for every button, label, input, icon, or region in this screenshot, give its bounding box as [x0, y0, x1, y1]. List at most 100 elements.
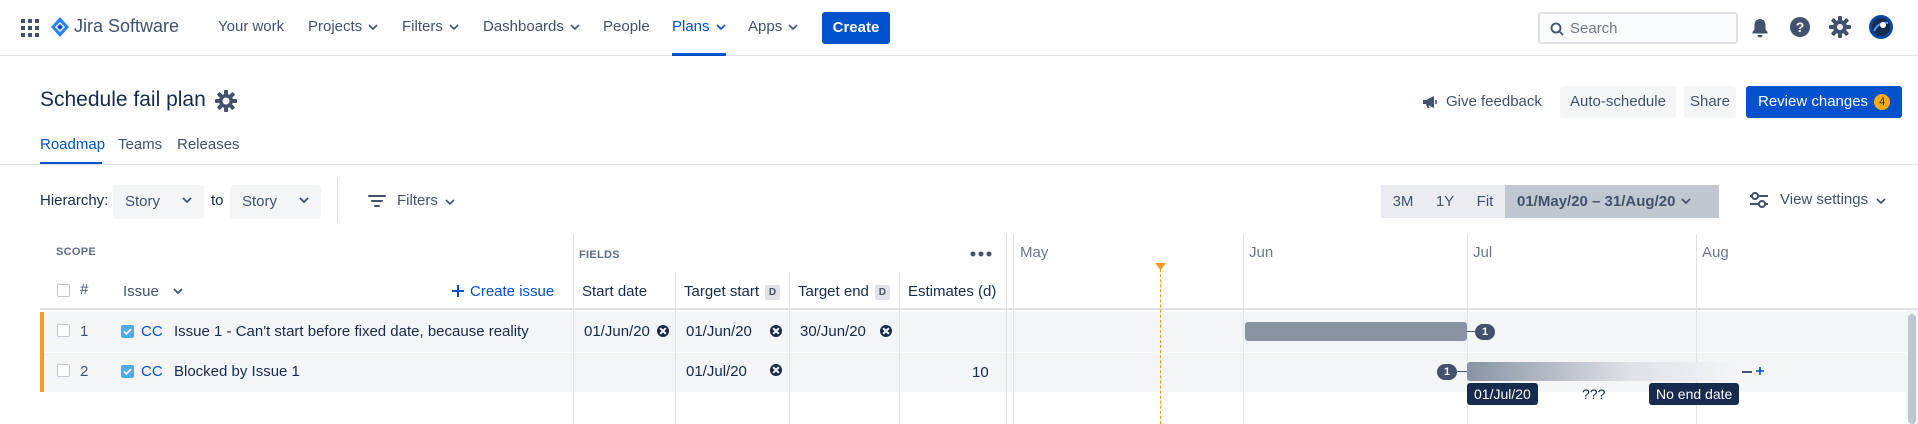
- help-icon[interactable]: ?: [1789, 16, 1811, 38]
- settings-gear-icon[interactable]: [1829, 16, 1851, 38]
- tab-teams[interactable]: Teams: [118, 136, 162, 153]
- dependency-badge[interactable]: 1: [1437, 364, 1457, 380]
- col-divider-2: [789, 312, 790, 424]
- select-all-checkbox[interactable]: [57, 284, 70, 297]
- toolbar-divider: [337, 178, 338, 222]
- hierarchy-from-value: Story: [125, 193, 161, 210]
- dependency-badge[interactable]: 1: [1475, 324, 1495, 340]
- search-input[interactable]: Search: [1538, 12, 1738, 44]
- hierarchy-to-label: to: [211, 192, 224, 209]
- app-switcher-icon[interactable]: [21, 19, 39, 37]
- clear-target-end-icon[interactable]: [880, 325, 892, 337]
- issue-summary[interactable]: Blocked by Issue 1: [174, 363, 300, 380]
- issue-key-link[interactable]: CC: [141, 363, 163, 380]
- target-start-value[interactable]: 01/Jun/20: [686, 323, 752, 340]
- col-divider-1: [675, 312, 676, 424]
- tab-releases[interactable]: Releases: [177, 136, 240, 153]
- nav-projects-label: Projects: [308, 18, 363, 35]
- notifications-bell-icon[interactable]: [1750, 17, 1770, 39]
- chevron-down-icon: [788, 24, 798, 31]
- nav-people[interactable]: People: [603, 0, 650, 56]
- give-feedback-button[interactable]: Give feedback: [1418, 86, 1544, 118]
- review-changes-label: Review changes: [1758, 93, 1869, 110]
- create-issue-link[interactable]: Create issue: [452, 283, 554, 300]
- nav-filters[interactable]: Filters: [402, 0, 459, 56]
- range-3m-button[interactable]: 3M: [1381, 185, 1425, 218]
- story-type-icon: [121, 325, 134, 338]
- add-end-plus-icon[interactable]: [1755, 366, 1765, 376]
- target-end-value[interactable]: 30/Jun/20: [800, 323, 866, 340]
- target-start-value[interactable]: 01/Jul/20: [686, 363, 747, 380]
- header-divider: [40, 308, 1918, 310]
- nav-apps-label: Apps: [748, 18, 783, 35]
- product-name[interactable]: Jira Software: [74, 16, 179, 37]
- num-column-header: #: [80, 281, 89, 298]
- dependency-connector: [1457, 371, 1467, 372]
- nav-plans-label: Plans: [672, 18, 710, 35]
- scrollbar-thumb[interactable]: [1908, 314, 1916, 424]
- row-checkbox[interactable]: [57, 324, 70, 337]
- tab-roadmap[interactable]: Roadmap: [40, 136, 105, 153]
- clear-start-date-icon[interactable]: [657, 325, 669, 337]
- chevron-down-icon: [1681, 198, 1691, 205]
- jira-logo-icon[interactable]: [51, 17, 69, 37]
- start-date-header[interactable]: Start date: [582, 283, 647, 300]
- nav-filters-label: Filters: [402, 18, 443, 35]
- nav-dashboards[interactable]: Dashboards: [483, 0, 580, 56]
- row-divider: [40, 352, 1918, 353]
- scope-fields-divider: [573, 312, 574, 424]
- issue-column-header[interactable]: Issue: [123, 283, 183, 300]
- bar-end-handle[interactable]: [1742, 371, 1752, 373]
- auto-schedule-button[interactable]: Auto-schedule: [1560, 86, 1676, 118]
- vertical-scrollbar[interactable]: [1906, 310, 1918, 424]
- view-settings-button[interactable]: View settings: [1749, 190, 1889, 212]
- megaphone-icon: [1423, 96, 1437, 108]
- start-date-value[interactable]: 01/Jun/20: [584, 323, 650, 340]
- today-marker-icon: [1155, 263, 1166, 270]
- filters-button[interactable]: Filters: [368, 192, 468, 212]
- date-range-select[interactable]: 01/May/20 – 31/Aug/20: [1505, 185, 1719, 218]
- estimates-header[interactable]: Estimates (d): [908, 283, 996, 300]
- share-button[interactable]: Share: [1684, 86, 1736, 118]
- nav-your-work[interactable]: Your work: [218, 0, 284, 56]
- chevron-down-icon: [715, 24, 726, 31]
- plan-settings-gear-icon[interactable]: [215, 90, 237, 112]
- clear-target-start-icon[interactable]: [770, 325, 782, 337]
- chevron-down-icon: [449, 24, 459, 31]
- review-changes-button[interactable]: Review changes 4: [1746, 86, 1902, 118]
- range-1y-button[interactable]: 1Y: [1425, 185, 1465, 218]
- create-button[interactable]: Create: [822, 12, 890, 44]
- target-start-header[interactable]: Target start D: [684, 283, 781, 300]
- estimate-value[interactable]: 10: [972, 364, 989, 381]
- chevron-down-icon: [445, 199, 455, 205]
- schedule-bar-no-end[interactable]: [1467, 362, 1737, 381]
- issue-key-link[interactable]: CC: [141, 323, 163, 340]
- row-checkbox[interactable]: [57, 364, 70, 377]
- give-feedback-label: Give feedback: [1446, 93, 1542, 110]
- month-jul: Jul: [1473, 244, 1493, 261]
- svg-text:?: ?: [1796, 19, 1805, 35]
- hierarchy-to-value: Story: [242, 193, 278, 210]
- row-number: 2: [80, 363, 89, 380]
- scope-section-label: SCOPE: [56, 246, 97, 258]
- end-date-tooltip: No end date: [1649, 383, 1740, 405]
- filters-label: Filters: [397, 192, 438, 209]
- filter-icon: [368, 195, 386, 207]
- nav-plans[interactable]: Plans: [672, 0, 726, 56]
- schedule-bar[interactable]: [1245, 322, 1467, 341]
- clear-target-start-icon[interactable]: [770, 364, 782, 376]
- d-tag: D: [874, 285, 890, 300]
- target-end-header[interactable]: Target end D: [798, 283, 890, 300]
- month-aug: Aug: [1702, 244, 1729, 261]
- nav-apps[interactable]: Apps: [748, 0, 798, 56]
- row-marker: [40, 312, 44, 392]
- user-avatar[interactable]: [1869, 15, 1893, 39]
- sliders-icon: [1750, 192, 1768, 208]
- hierarchy-to-select[interactable]: Story: [230, 185, 321, 219]
- hierarchy-from-select[interactable]: Story: [113, 185, 204, 219]
- nav-projects[interactable]: Projects: [308, 0, 378, 56]
- range-fit-button[interactable]: Fit: [1465, 185, 1505, 218]
- month-may: May: [1020, 244, 1049, 261]
- issue-summary[interactable]: Issue 1 - Can't start before fixed date,…: [174, 323, 529, 340]
- more-options-icon[interactable]: [970, 251, 992, 257]
